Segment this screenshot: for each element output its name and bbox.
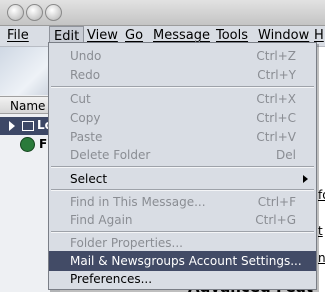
- menu-item-shortcut: Ctrl+V: [256, 130, 296, 144]
- menu-item-label: Copy: [70, 111, 101, 125]
- edit-menu-dropdown: Undo Ctrl+Z Redo Ctrl+Y Cut Ctrl+X Copy …: [48, 42, 317, 290]
- menu-message[interactable]: Message: [153, 28, 210, 43]
- menu-help[interactable]: H: [314, 28, 324, 43]
- menu-window[interactable]: Window: [258, 28, 309, 43]
- menu-item-label: Find in This Message...: [70, 195, 206, 209]
- menu-item-label: Find Again: [70, 213, 133, 227]
- menu-go[interactable]: Go: [125, 28, 143, 43]
- menu-item-shortcut: Ctrl+F: [257, 195, 296, 209]
- submenu-arrow-icon: [303, 175, 308, 183]
- menu-item-label: Redo: [70, 68, 101, 82]
- menu-item-account-settings[interactable]: Mail & Newsgroups Account Settings...: [49, 251, 316, 271]
- menu-item-label: Mail & Newsgroups Account Settings...: [70, 254, 302, 268]
- menu-file[interactable]: File: [7, 28, 29, 43]
- window-titlebar: [0, 0, 325, 26]
- menu-item-label: Paste: [70, 130, 103, 144]
- menu-item-paste[interactable]: Paste Ctrl+V: [49, 127, 316, 147]
- maximize-window-button[interactable]: [45, 4, 62, 21]
- menu-item-label: Delete Folder: [70, 148, 151, 162]
- menu-separator: [51, 166, 314, 168]
- account-globe-icon: [20, 137, 35, 152]
- menu-item-label: Undo: [70, 49, 102, 63]
- menu-item-shortcut: Ctrl+Y: [257, 68, 296, 82]
- menu-item-cut[interactable]: Cut Ctrl+X: [49, 89, 316, 109]
- menu-item-label: Cut: [70, 92, 91, 106]
- menu-item-shortcut: Ctrl+X: [256, 92, 296, 106]
- menu-item-folder-properties[interactable]: Folder Properties...: [49, 233, 316, 253]
- menu-item-find-in-message[interactable]: Find in This Message... Ctrl+F: [49, 192, 316, 212]
- menu-item-shortcut: Ctrl+C: [256, 111, 296, 125]
- menu-item-delete-folder[interactable]: Delete Folder Del: [49, 145, 316, 165]
- menu-item-find-again[interactable]: Find Again Ctrl+G: [49, 210, 316, 230]
- menu-view[interactable]: View: [87, 28, 118, 43]
- menu-separator: [51, 86, 314, 88]
- menu-separator: [51, 189, 314, 191]
- content-link-fragment[interactable]: fo: [318, 188, 325, 202]
- menu-tools[interactable]: Tools: [216, 28, 248, 43]
- menu-item-undo[interactable]: Undo Ctrl+Z: [49, 46, 316, 66]
- menu-item-copy[interactable]: Copy Ctrl+C: [49, 108, 316, 128]
- menu-item-label: Folder Properties...: [70, 236, 183, 250]
- menu-item-label: Preferences...: [70, 272, 153, 286]
- menu-item-redo[interactable]: Redo Ctrl+Y: [49, 65, 316, 85]
- menu-item-shortcut: Del: [276, 148, 296, 162]
- expand-triangle-icon[interactable]: [9, 121, 15, 131]
- content-link-fragment[interactable]: nu: [318, 251, 325, 265]
- minimize-window-button[interactable]: [26, 4, 43, 21]
- close-window-button[interactable]: [7, 4, 24, 21]
- menu-item-shortcut: Ctrl+G: [255, 213, 296, 227]
- content-link-fragment[interactable]: t: [318, 224, 323, 238]
- menu-item-select[interactable]: Select: [49, 169, 316, 189]
- local-folders-icon: [22, 121, 34, 131]
- menu-item-shortcut: Ctrl+Z: [256, 49, 296, 63]
- menu-item-label: Select: [70, 172, 108, 186]
- menu-item-preferences[interactable]: Preferences...: [49, 269, 316, 289]
